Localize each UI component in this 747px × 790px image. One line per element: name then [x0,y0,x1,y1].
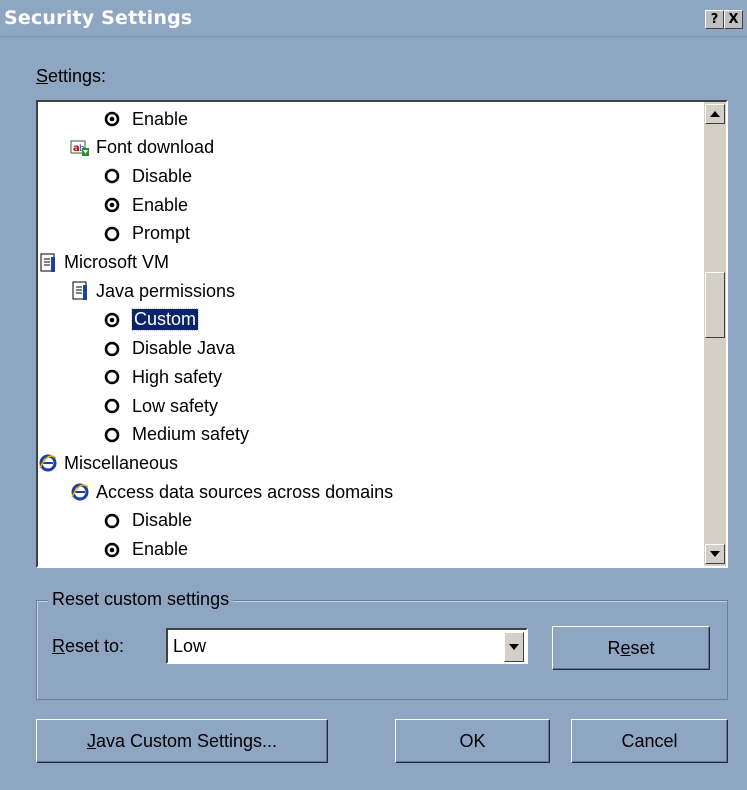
radio-option[interactable]: Disable Java [104,336,235,362]
tree-item-label: Prompt [132,223,191,244]
arrow-up-icon [710,111,720,117]
radio-option[interactable]: Low safety [104,393,218,419]
scroll-down-button[interactable] [705,544,725,564]
tree-item-label: Enable [132,108,189,129]
ie-icon [70,482,90,502]
radio-checked-icon[interactable] [104,542,120,558]
tree-item-label: Enable [132,194,189,215]
radio-checked-icon[interactable] [104,111,120,127]
vertical-scrollbar[interactable] [704,102,726,566]
cancel-button[interactable]: Cancel [571,719,728,763]
tree-item-label: Disable [132,510,193,531]
settings-tree[interactable]: Enable a b Font download Disable Enable Prompt… [36,100,728,568]
ok-button[interactable]: OK [395,719,550,763]
radio-option[interactable]: Disable [104,163,192,189]
document-icon [38,253,58,273]
tree-group-item[interactable]: a b Font download [70,135,214,161]
tree-item-label: Medium safety [132,424,250,445]
reset-to-value: Low [173,636,207,656]
tree-group-item[interactable]: Microsoft VM [38,250,169,276]
radio-unchecked-icon[interactable] [104,168,120,184]
tree-item-label: High safety [132,366,223,387]
radio-unchecked-icon[interactable] [104,341,120,357]
tree-group-item[interactable]: Miscellaneous [38,450,178,476]
document-icon [70,281,90,301]
radio-checked-icon[interactable] [104,312,120,328]
radio-checked-icon[interactable] [104,197,120,213]
radio-option[interactable]: Prompt [104,221,190,247]
chevron-down-icon [509,644,519,650]
tree-item-label: Java permissions [96,280,236,301]
tree-group-item[interactable]: Java permissions [70,278,235,304]
title-bar: Security Settings ? X [0,0,747,37]
window-title: Security Settings [4,7,193,29]
radio-unchecked-icon[interactable] [104,398,120,414]
scroll-up-button[interactable] [705,104,725,124]
tree-item-label: Disable Java [132,338,236,359]
reset-to-label: Reset to: [52,636,125,656]
font-download-icon: ab [70,138,90,158]
radio-option[interactable]: Medium safety [104,422,249,448]
tree-item-label: Custom [130,308,200,332]
tree-item-label: Font download [96,137,215,158]
reset-to-combobox[interactable]: Low [166,628,528,664]
radio-unchecked-icon[interactable] [104,427,120,443]
settings-label: Settings: [36,66,107,86]
tree-item-label: Miscellaneous [64,452,179,473]
radio-option[interactable]: High safety [104,364,222,390]
radio-unchecked-icon[interactable] [104,226,120,242]
scrollbar-thumb[interactable] [705,272,725,338]
tree-item-label: Enable [132,539,189,559]
arrow-down-icon [710,551,720,557]
radio-option[interactable]: Enable [104,192,188,218]
radio-unchecked-icon[interactable] [104,513,120,529]
reset-button[interactable]: Re set [552,626,710,670]
help-button[interactable]: ? [705,10,724,29]
combo-dropdown-button[interactable] [504,632,524,662]
tree-item-label: Microsoft VM [64,252,170,272]
radio-option[interactable]: Enable [104,106,188,132]
tree-item-label: Disable [132,165,193,186]
tree-item-label: Low safety [132,395,219,416]
java-custom-settings-button[interactable]: Java Custom Settings... [36,719,328,763]
radio-option[interactable]: Disable [104,508,192,534]
radio-option[interactable]: Custom [104,307,200,333]
ie-icon [38,453,58,473]
tree-item-label: Access data sources across domains [96,481,394,502]
radio-option[interactable]: Enable [104,537,188,563]
reset-group-label: Reset custom settings [48,589,234,610]
tree-group-item[interactable]: Access data sources across domains [70,479,393,505]
close-button[interactable]: X [724,10,743,29]
radio-unchecked-icon[interactable] [104,369,120,385]
